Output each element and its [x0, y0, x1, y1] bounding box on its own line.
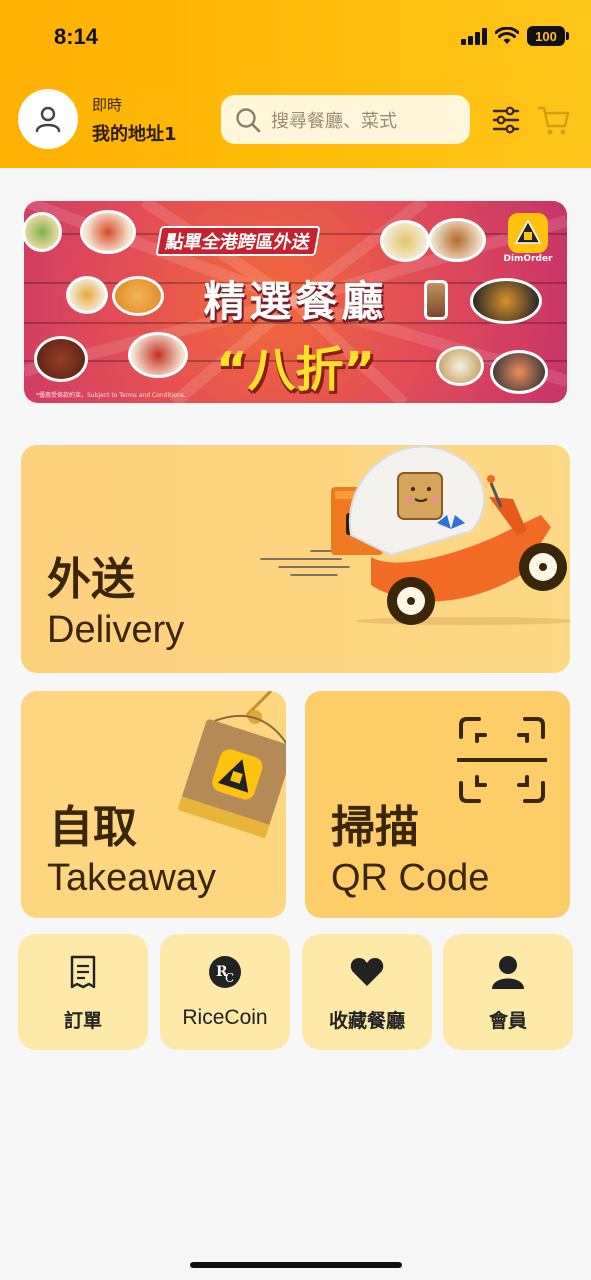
address-name[interactable]: 我的地址1 — [92, 120, 177, 146]
shortcut-member[interactable]: 會員 — [443, 934, 573, 1050]
qr-scan-icon — [457, 717, 547, 803]
signal-icon — [461, 27, 487, 45]
delivery-scooter-illustration — [260, 445, 570, 625]
shortcut-label: 訂單 — [63, 1010, 102, 1032]
wifi-icon — [495, 27, 519, 44]
qr-title-zh: 掃描 — [331, 802, 419, 853]
search-icon — [236, 107, 261, 132]
banner-logo-text: DimOrder — [503, 254, 553, 264]
status-time: 8:14 — [54, 24, 99, 49]
shortcut-label: 收藏餐廳 — [328, 1010, 405, 1032]
filter-icon[interactable] — [490, 104, 522, 136]
receipt-icon — [69, 954, 97, 990]
shortcut-label: 會員 — [488, 1010, 527, 1032]
home-indicator[interactable] — [190, 1262, 402, 1268]
takeaway-title-en: Takeaway — [47, 857, 216, 899]
svg-text:C: C — [225, 971, 234, 985]
battery-icon: 100 — [527, 26, 569, 46]
cart-icon[interactable] — [536, 102, 572, 138]
address-mode[interactable]: 即時 — [92, 94, 122, 115]
ricecoin-icon: R C — [208, 954, 242, 990]
search-input[interactable]: 搜尋餐廳、菜式 — [221, 95, 470, 144]
profile-avatar-button[interactable] — [18, 89, 78, 149]
shortcut-orders[interactable]: 訂單 — [18, 934, 148, 1050]
takeaway-bag-illustration — [177, 691, 286, 839]
member-icon — [491, 954, 525, 990]
banner-title: 精選餐廳 — [203, 277, 388, 326]
user-icon — [35, 106, 61, 133]
banner-tag: 點單全港跨區外送 — [155, 226, 321, 256]
takeaway-title-zh: 自取 — [49, 802, 137, 853]
status-icons: 100 — [461, 26, 569, 46]
heart-icon — [350, 954, 384, 990]
delivery-card[interactable]: 外送 Delivery — [21, 445, 570, 673]
shortcut-ricecoin[interactable]: R C RiceCoin — [160, 934, 290, 1050]
delivery-title-en: Delivery — [47, 609, 185, 651]
shortcut-favorite-restaurants[interactable]: 收藏餐廳 — [302, 934, 432, 1050]
dimorder-logo-icon — [508, 213, 548, 253]
food-image-noodles — [428, 218, 486, 262]
food-image-fried-rice — [380, 220, 430, 262]
qr-code-card[interactable]: 掃描 QR Code — [305, 691, 570, 918]
shortcut-label: RiceCoin — [182, 1006, 268, 1029]
qr-title-en: QR Code — [331, 857, 490, 899]
search-placeholder: 搜尋餐廳、菜式 — [271, 110, 397, 132]
takeaway-card[interactable]: 自取 Takeaway — [21, 691, 286, 918]
food-image-rice-bowl — [80, 210, 136, 254]
food-image-salad — [22, 212, 62, 252]
delivery-title-zh: 外送 — [47, 554, 135, 605]
banner-fine-print: *優惠受條款約束。Subject to Terms and Conditions… — [36, 392, 186, 399]
